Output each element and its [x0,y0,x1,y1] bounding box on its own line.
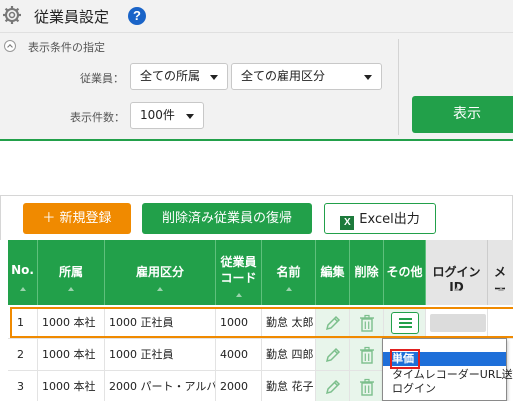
delete-cell [350,307,384,339]
cell-name: 勤怠 花子 [262,371,316,401]
redacted-login-id [430,314,486,332]
pencil-icon[interactable] [324,314,342,332]
caret-down-icon [364,75,372,80]
menu-item-login[interactable]: ログイン [383,382,506,396]
cell-name: 勤怠 四郎 [262,339,316,371]
cell-employment-type: 1000 正社員 [105,339,216,371]
trash-icon[interactable] [359,346,375,364]
divider [398,39,399,135]
cell-login-id [426,307,488,339]
column-header-no[interactable]: No. [8,240,38,305]
pencil-icon[interactable] [324,346,342,364]
cell-employee-code: 2000 [216,371,262,401]
menu-icon[interactable] [390,312,419,334]
employee-label: 従業員： [80,72,124,85]
edit-cell [316,371,350,401]
delete-cell [350,371,384,401]
cell-no: 2 [8,339,38,371]
other-actions-menu: 単価 タイムレコーダーURL送信 ログイン [382,338,513,401]
caret-down-icon [186,114,194,119]
show-button[interactable]: 表示 [412,96,513,133]
excel-export-button[interactable]: X Excel出力 [324,203,436,234]
page-title: 従業員設定 [34,8,110,26]
cell-no: 1 [8,307,38,339]
employment-type-select-value: 全ての雇用区分 [241,69,326,83]
column-header-delete: 削除 [350,240,384,305]
count-select-value: 100件 [140,108,175,122]
help-icon[interactable]: ? [128,7,146,25]
pencil-icon[interactable] [324,378,342,396]
cell-employee-code: 4000 [216,339,262,371]
cell-department: 1000 本社 [38,371,105,401]
sort-icon [19,287,26,291]
cell-mail [488,307,513,339]
restore-deleted-button[interactable]: 削除済み従業員の復帰 [142,203,312,234]
sort-icon [68,287,74,291]
column-header-edit: 編集 [316,240,350,305]
column-header-employee-code[interactable]: 従業員 コード [216,240,262,305]
column-header-employment-type[interactable]: 雇用区分 [105,240,216,305]
menu-item-send-recorder-url[interactable]: タイムレコーダーURL送信 [383,368,513,382]
table-toolbar: ＋ 新規登録 削除済み従業員の復帰 X Excel出力 [0,195,513,240]
sort-icon [235,293,242,297]
column-header-department[interactable]: 所属 [38,240,105,305]
column-header-name[interactable]: 名前 [262,240,316,305]
edit-cell [316,307,350,339]
excel-icon: X [340,216,355,230]
sort-icon [157,287,163,291]
cell-employment-type: 1000 正社員 [105,307,216,339]
employment-type-select[interactable]: 全ての雇用区分 [231,63,382,90]
filter-title: 表示条件の指定 [28,41,105,54]
cell-no: 3 [8,371,38,401]
filter-panel: 表示条件の指定 従業員： 全ての所属 全ての雇用区分 表示件数： 100件 表示 [0,33,513,141]
department-select[interactable]: 全ての所属 [130,63,228,90]
cell-employment-type: 2000 パート・アルバイト [105,371,216,401]
cell-department: 1000 本社 [38,307,105,339]
page-header: 従業員設定 ? [0,0,513,33]
trash-icon[interactable] [359,378,375,396]
trash-icon[interactable] [359,314,375,332]
cell-employee-code: 1000 [216,307,262,339]
sort-icon [497,287,504,291]
count-select[interactable]: 100件 [130,102,204,129]
gear-icon[interactable] [2,5,22,25]
sort-icon [453,287,460,291]
column-header-mail[interactable]: メー [488,240,513,305]
new-registration-button[interactable]: ＋ 新規登録 [23,203,131,234]
excel-export-label: Excel出力 [359,212,420,227]
caret-down-icon [210,75,218,80]
edit-cell [316,339,350,371]
menu-item-unit-price[interactable]: 単価 [383,352,506,366]
count-label: 表示件数： [70,111,125,124]
other-cell [384,307,426,339]
cell-department: 1000 本社 [38,339,105,371]
collapse-chevron-icon[interactable] [4,40,16,52]
column-header-login-id[interactable]: ログインID [426,240,488,305]
department-select-value: 全ての所属 [140,69,201,83]
sort-icon [285,287,292,291]
cell-name: 勤怠 太郎 [262,307,316,339]
delete-cell [350,339,384,371]
column-header-other: その他 [384,240,426,305]
